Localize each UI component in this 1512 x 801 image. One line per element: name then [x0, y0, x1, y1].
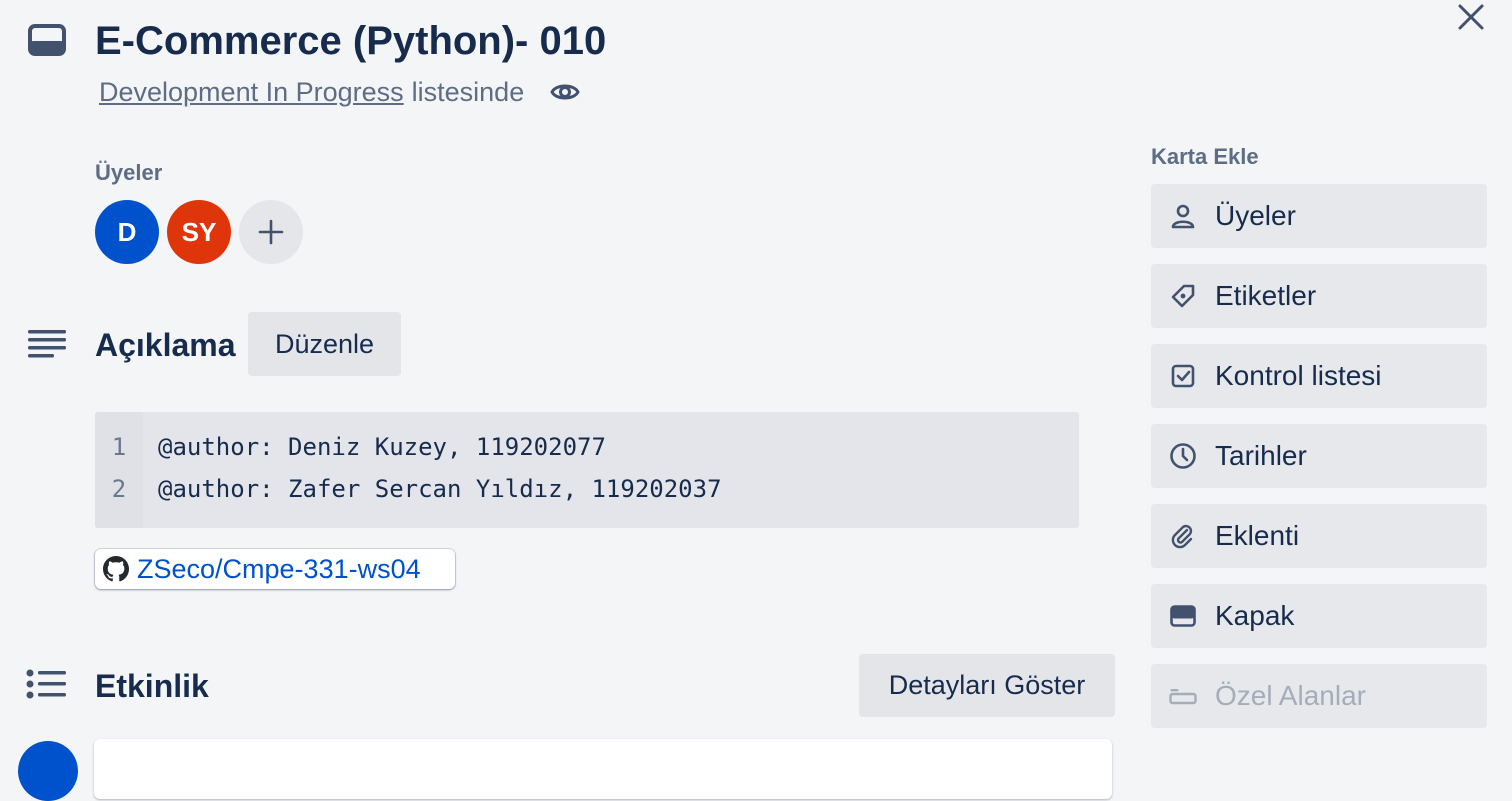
sidebar-item-label: Üyeler — [1215, 200, 1296, 231]
custom-fields-icon — [1168, 681, 1198, 711]
github-icon — [103, 556, 129, 582]
line-number: 2 — [111, 475, 127, 503]
sidebar-custom-fields-button[interactable]: Özel Alanlar — [1151, 664, 1487, 728]
edit-description-button[interactable]: Düzenle — [248, 312, 401, 376]
line-number: 1 — [111, 433, 127, 461]
github-link-label: ZSeco/Cmpe-331-ws04 — [137, 553, 421, 584]
close-icon — [1458, 4, 1484, 30]
list-link[interactable]: Development In Progress — [99, 74, 404, 110]
paperclip-icon — [1168, 521, 1198, 551]
list-suffix: listesinde — [411, 77, 525, 107]
sidebar-item-label: Tarihler — [1215, 440, 1307, 471]
description-icon — [28, 328, 68, 362]
close-button[interactable] — [1452, 0, 1490, 34]
list-info: Development In Progress listesinde — [99, 74, 580, 110]
activity-icon — [26, 668, 66, 702]
sidebar-dates-button[interactable]: Tarihler — [1151, 424, 1487, 488]
avatar[interactable]: D — [95, 200, 159, 264]
avatar[interactable]: SY — [167, 200, 231, 264]
person-icon — [1168, 201, 1198, 231]
add-member-button[interactable] — [239, 200, 303, 264]
github-link[interactable]: ZSeco/Cmpe-331-ws04 — [95, 549, 455, 589]
sidebar-item-label: Kapak — [1215, 600, 1295, 631]
sidebar-members-button[interactable]: Üyeler — [1151, 184, 1487, 248]
description-code-block[interactable]: 1 2 @author: Deniz Kuzey, 119202077 @aut… — [95, 412, 1079, 528]
code-gutter — [95, 412, 143, 528]
cover-icon — [1168, 601, 1198, 631]
avatar[interactable] — [18, 741, 78, 801]
sidebar-item-label: Özel Alanlar — [1215, 680, 1366, 711]
activity-heading: Etkinlik — [95, 668, 209, 704]
plus-icon — [258, 219, 284, 245]
code-line: @author: Zafer Sercan Yıldız, 119202037 — [158, 475, 722, 503]
sidebar-checklist-button[interactable]: Kontrol listesi — [1151, 344, 1487, 408]
sidebar-attachment-button[interactable]: Eklenti — [1151, 504, 1487, 568]
tag-icon — [1168, 281, 1198, 311]
card-icon — [28, 24, 66, 56]
add-to-card-heading: Karta Ekle — [1151, 144, 1259, 169]
code-line: @author: Deniz Kuzey, 119202077 — [158, 433, 606, 461]
checklist-icon — [1168, 361, 1198, 391]
sidebar-cover-button[interactable]: Kapak — [1151, 584, 1487, 648]
clock-icon — [1168, 441, 1198, 471]
show-details-button[interactable]: Detayları Göster — [859, 654, 1115, 717]
card-title[interactable]: E-Commerce (Python)- 010 — [95, 16, 606, 66]
sidebar-item-label: Eklenti — [1215, 520, 1300, 551]
sidebar-item-label: Etiketler — [1215, 280, 1317, 311]
watch-icon[interactable] — [550, 77, 580, 107]
sidebar-item-label: Kontrol listesi — [1215, 360, 1382, 391]
members-label: Üyeler — [95, 160, 163, 185]
comment-input[interactable] — [94, 739, 1112, 799]
sidebar-labels-button[interactable]: Etiketler — [1151, 264, 1487, 328]
description-heading: Açıklama — [95, 327, 236, 363]
